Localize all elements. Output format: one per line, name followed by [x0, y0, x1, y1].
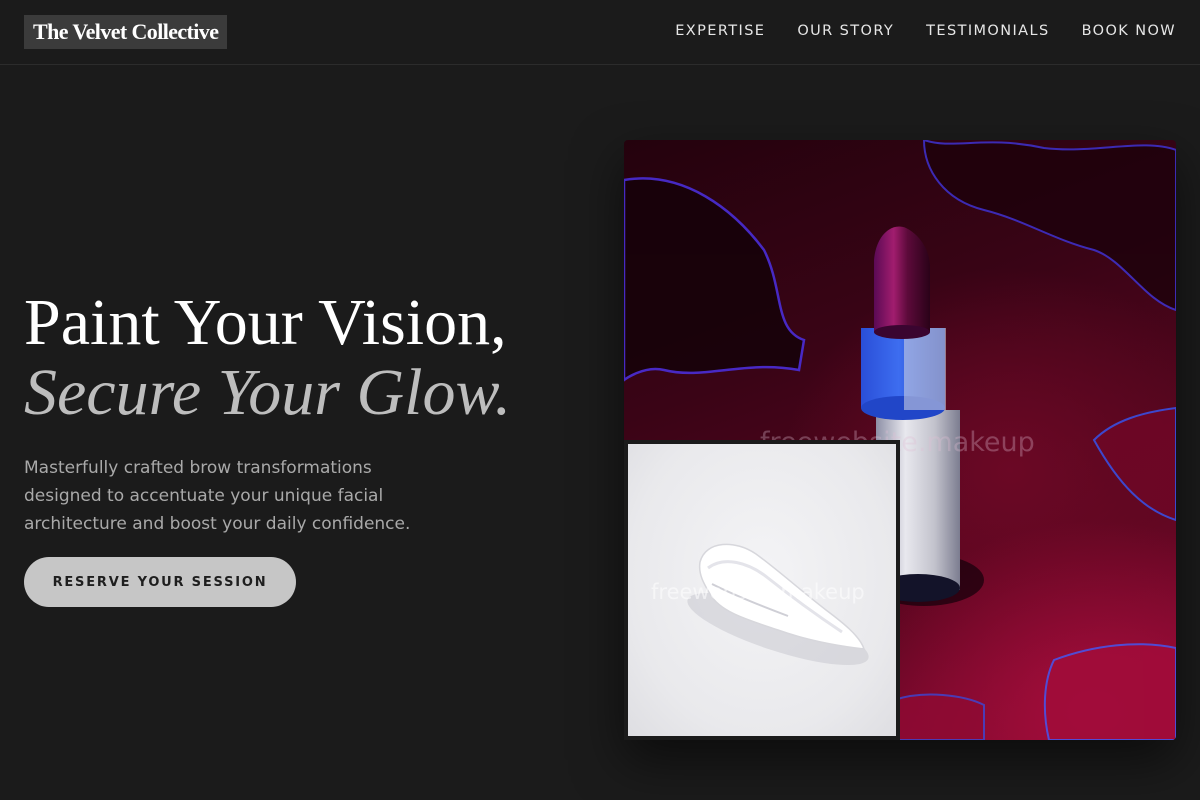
hero-subtitle: Masterfully crafted brow transformations…: [24, 458, 411, 534]
nav-expertise[interactable]: EXPERTISE: [675, 21, 765, 41]
main-nav: EXPERTISE OUR STORY TESTIMONIALS BOOK NO…: [675, 21, 1176, 41]
nav-testimonials[interactable]: TESTIMONIALS: [926, 21, 1049, 41]
cream-image: [628, 444, 896, 736]
logo[interactable]: The Velvet Collective: [24, 15, 228, 49]
hero-title-line1: Paint Your Vision,: [24, 286, 507, 359]
hero-title-line2: Secure Your Glow.: [24, 356, 512, 429]
hero-title: Paint Your Vision, Secure Your Glow.: [24, 288, 511, 428]
cream-image-frame: [624, 440, 900, 740]
site-header: The Velvet Collective EXPERTISE OUR STOR…: [0, 0, 1200, 65]
reserve-session-button[interactable]: RESERVE YOUR SESSION: [24, 557, 296, 607]
nav-our-story[interactable]: OUR STORY: [797, 21, 894, 41]
nav-book-now[interactable]: BOOK NOW: [1082, 21, 1176, 41]
